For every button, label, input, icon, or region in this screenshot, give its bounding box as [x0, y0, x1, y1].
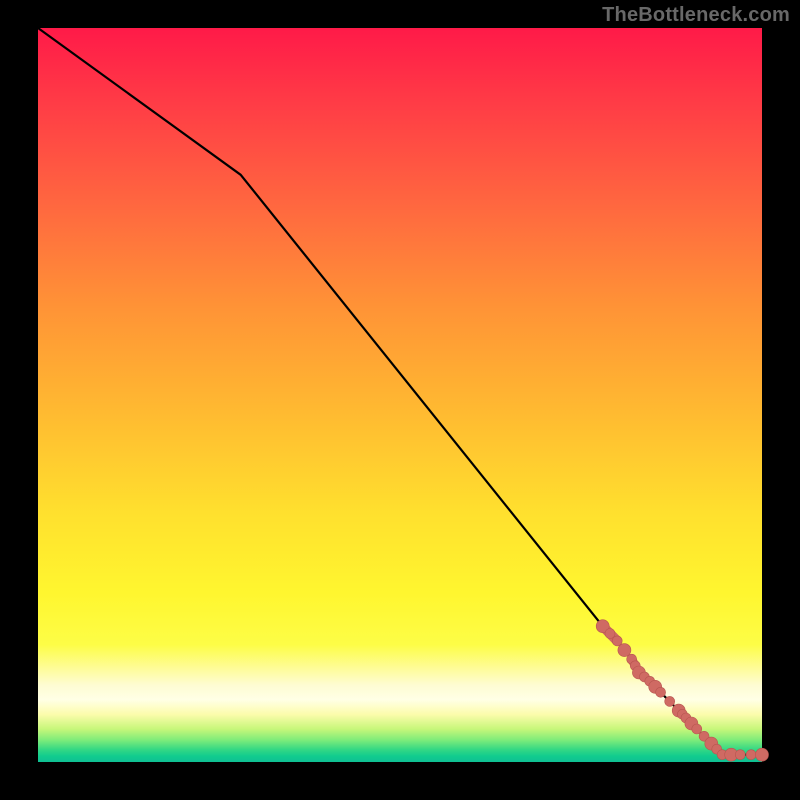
data-marker: [605, 629, 615, 639]
data-marker: [735, 750, 745, 760]
data-marker: [692, 724, 702, 734]
bottleneck-curve: [38, 28, 762, 755]
data-marker: [665, 696, 675, 706]
data-marker: [756, 748, 769, 761]
plot-area: [38, 28, 762, 762]
data-marker: [746, 750, 756, 760]
line-series: [38, 28, 762, 755]
data-marker: [656, 687, 666, 697]
credit-watermark: TheBottleneck.com: [602, 4, 790, 27]
chart-svg: [38, 28, 762, 762]
marker-layer: [596, 620, 768, 762]
data-marker: [618, 644, 631, 657]
chart-frame: TheBottleneck.com: [0, 0, 800, 800]
